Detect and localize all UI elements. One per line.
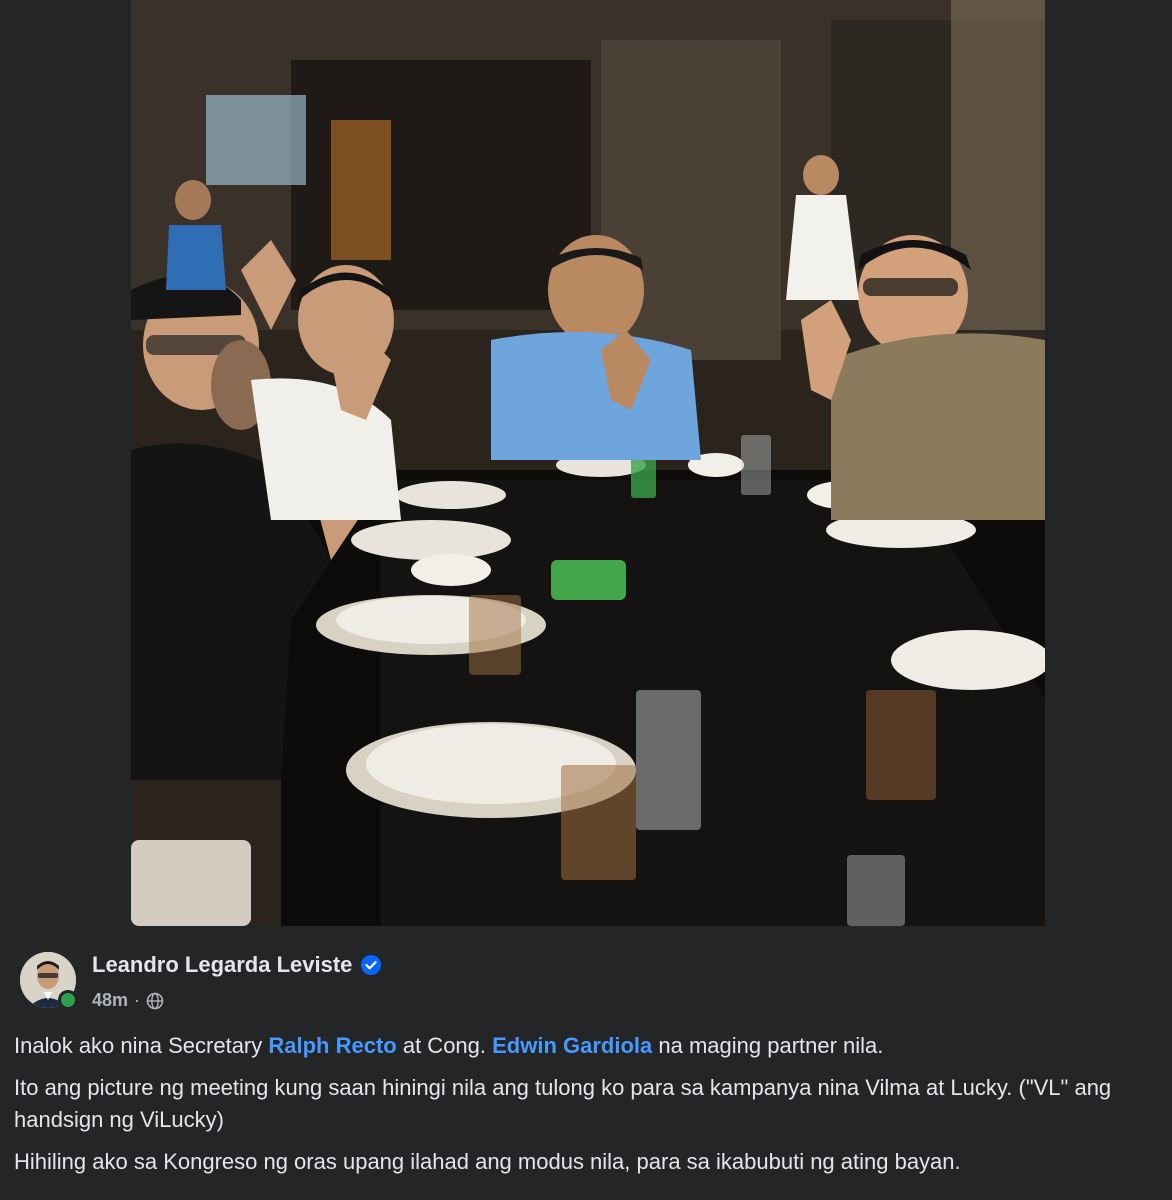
- author-avatar-wrap[interactable]: [20, 952, 78, 1010]
- online-status-dot: [58, 990, 78, 1010]
- paragraph-1-post: na maging partner nila.: [652, 1033, 884, 1058]
- post-photo[interactable]: [131, 0, 1045, 926]
- post-meta: 48m ·: [92, 990, 164, 1011]
- post-body: Inalok ako nina Secretary Ralph Recto at…: [14, 1030, 1154, 1188]
- verified-badge-icon: [360, 954, 382, 976]
- post-timestamp[interactable]: 48m: [92, 990, 128, 1011]
- paragraph-1-mid: at Cong.: [396, 1033, 493, 1058]
- author-name[interactable]: Leandro Legarda Leviste: [92, 952, 352, 978]
- post-paragraph-2: Ito ang picture ng meeting kung saan hin…: [14, 1075, 1112, 1132]
- paragraph-1-pre: Inalok ako nina Secretary: [14, 1033, 269, 1058]
- meta-separator: ·: [134, 990, 141, 1010]
- mention-ralph-recto[interactable]: Ralph Recto: [268, 1033, 396, 1058]
- post-paragraph-1: Inalok ako nina Secretary Ralph Recto at…: [14, 1030, 1154, 1062]
- post-photo-area: [0, 0, 1172, 926]
- post-card: Leandro Legarda Leviste 48m · Inalok ako…: [0, 926, 1172, 1200]
- mention-edwin-gardiola[interactable]: Edwin Gardiola: [492, 1033, 652, 1058]
- globe-icon[interactable]: [146, 992, 164, 1010]
- author-row: Leandro Legarda Leviste: [92, 952, 382, 978]
- post-paragraph-3: Hihiling ako sa Kongreso ng oras upang i…: [14, 1149, 961, 1174]
